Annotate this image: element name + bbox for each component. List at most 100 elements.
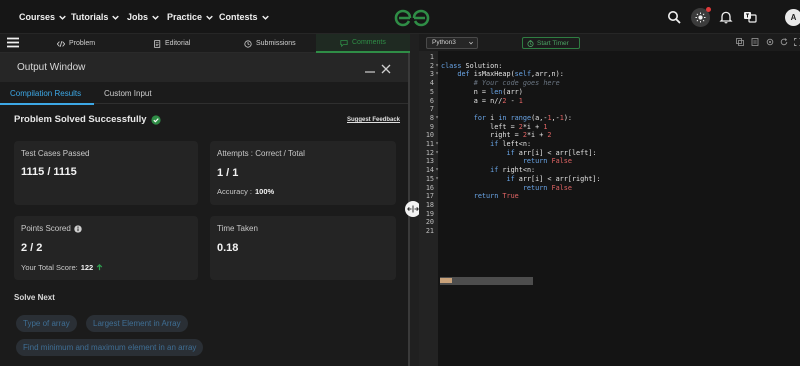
code-line[interactable]: 10 right = 2*i + 2 <box>419 131 781 140</box>
minimize-icon[interactable] <box>365 65 375 73</box>
time-label: Time Taken <box>217 224 258 233</box>
nav-tutorials[interactable]: Tutorials <box>71 12 120 22</box>
clock-icon <box>244 39 252 48</box>
code-line[interactable]: 17 return True <box>419 192 781 201</box>
chevron-down-icon <box>206 15 213 20</box>
hamburger-icon[interactable] <box>7 37 19 48</box>
settings-icon[interactable] <box>766 38 774 46</box>
code-line[interactable]: 8 ▾ for i in range(a,-1,-1): <box>419 114 781 123</box>
translate-icon[interactable] <box>743 10 757 24</box>
start-timer-button[interactable]: Start Timer <box>522 37 580 49</box>
nav-jobs[interactable]: Jobs <box>127 12 159 22</box>
tab-problem-label: Problem <box>69 40 96 47</box>
code-line[interactable]: 4 # Your code goes here <box>419 79 781 88</box>
code-line[interactable]: 12 ▾ if arr[i] < arr[left]: <box>419 149 781 158</box>
arrow-up-icon <box>96 264 103 271</box>
nav-contests[interactable]: Contests <box>219 12 269 22</box>
code-line[interactable]: 18 <box>419 201 781 210</box>
code-line[interactable]: 16 return False <box>419 184 781 193</box>
refresh-icon[interactable] <box>780 38 788 46</box>
code-text: if left<n: <box>490 140 532 148</box>
status-text: Problem Solved Successfully <box>14 114 147 125</box>
points-label-row: Points Scored <box>21 224 82 233</box>
code-line[interactable]: 6 a = n//2 - 1 <box>419 97 781 106</box>
line-number: 7 <box>429 105 434 114</box>
fold-arrow-icon[interactable]: ▾ <box>435 114 439 123</box>
fold-arrow-icon[interactable]: ▾ <box>435 140 439 149</box>
line-number: 6 <box>429 96 434 105</box>
search-icon[interactable] <box>667 10 681 24</box>
nav-courses-label: Courses <box>19 12 56 22</box>
line-number: 11 <box>425 140 434 148</box>
code-icon <box>57 40 65 47</box>
code-text: right = 2*i + 2 <box>441 131 552 140</box>
suggest-feedback-link[interactable]: Suggest Feedback <box>347 117 400 123</box>
code-text: return True <box>473 192 519 201</box>
copy-icon[interactable] <box>736 38 744 46</box>
code-text: def isMaxHeap(self,arr,n): <box>457 70 564 79</box>
tab-problem[interactable]: Problem <box>57 34 95 53</box>
timer-icon <box>527 39 534 47</box>
code-text: for i in range(a,-1,-1): <box>473 113 572 122</box>
nav-practice[interactable]: Practice <box>167 12 213 22</box>
output-window-title: Output Window <box>17 62 86 73</box>
fold-arrow-icon[interactable]: ▾ <box>435 175 439 184</box>
fold-arrow-icon[interactable]: ▾ <box>435 149 439 158</box>
nav-practice-label: Practice <box>167 12 203 22</box>
close-icon[interactable] <box>381 64 391 74</box>
language-value: Python3 <box>432 39 456 46</box>
chevron-down-icon <box>112 15 120 20</box>
line-number: 1 <box>429 53 434 61</box>
code-line[interactable]: 11 ▾ if left<n: <box>419 140 781 149</box>
code-line[interactable]: 15 ▾ if arr[i] < arr[right]: <box>419 175 781 184</box>
selection-highlight <box>440 277 533 285</box>
fold-arrow-icon[interactable]: ▾ <box>435 166 439 175</box>
tab-comments[interactable]: Comments <box>316 34 410 53</box>
tab-custom-input[interactable]: Custom Input <box>104 89 152 98</box>
code-text: a = n//2 - 1 <box>441 96 523 105</box>
tab-submissions[interactable]: Submissions <box>244 34 296 53</box>
code-line[interactable]: 19 <box>419 210 781 219</box>
gfg-logo[interactable] <box>394 9 430 27</box>
solve-next-chip[interactable]: Type of array <box>16 315 77 332</box>
code-line[interactable]: 21 <box>419 227 781 236</box>
code-line[interactable]: 2 ▾ class Solution: <box>419 62 781 71</box>
file-icon[interactable] <box>751 38 759 46</box>
bell-icon[interactable] <box>719 10 733 24</box>
nav-courses[interactable]: Courses <box>19 12 66 22</box>
info-icon[interactable] <box>74 224 82 233</box>
code-line[interactable]: 14 ▾ if right<n: <box>419 166 781 175</box>
fold-arrow-icon[interactable]: ▾ <box>435 62 439 71</box>
attempts-card: Attempts : Correct / Total 1 / 1 Accurac… <box>210 141 396 205</box>
solve-next-chip[interactable]: Find minimum and maximum element in an a… <box>16 339 204 356</box>
code-line[interactable]: 9 left = 2*i + 1 <box>419 123 781 132</box>
theme-toggle[interactable] <box>691 7 711 27</box>
line-number: 15 <box>425 174 434 183</box>
result-tabs: Compilation Results Custom Input <box>0 82 408 105</box>
code-line[interactable]: 5 n = len(arr) <box>419 88 781 97</box>
document-icon <box>154 39 161 48</box>
text-cursor <box>440 278 452 283</box>
line-number: 16 <box>425 183 434 192</box>
test-cases-value: 1115 / 1115 <box>21 166 77 178</box>
status-heading: Problem Solved Successfully <box>14 114 161 125</box>
code-line[interactable]: 3 ▾ def isMaxHeap(self,arr,n): <box>419 70 781 79</box>
resize-arrows-icon <box>407 205 419 213</box>
code-line[interactable]: 1 <box>419 53 781 62</box>
chevron-down-icon <box>152 15 159 20</box>
code-line[interactable]: 13 return False <box>419 157 781 166</box>
language-select[interactable]: Python3 <box>426 37 478 49</box>
tab-editorial[interactable]: Editorial <box>153 34 190 53</box>
tab-compilation-results[interactable]: Compilation Results <box>10 89 81 98</box>
chevron-down-icon <box>59 15 66 20</box>
fold-arrow-icon[interactable]: ▾ <box>435 70 439 79</box>
avatar[interactable]: A <box>785 9 800 26</box>
line-number: 3 <box>429 70 434 79</box>
nav-jobs-label: Jobs <box>127 12 149 22</box>
solve-next-chip[interactable]: Largest Element in Array <box>86 315 188 332</box>
line-number: 2 <box>429 61 434 70</box>
code-line[interactable]: 7 <box>419 105 781 114</box>
code-line[interactable]: 20 <box>419 218 781 227</box>
fullscreen-icon[interactable] <box>794 38 800 46</box>
line-number: 12 <box>425 148 434 157</box>
